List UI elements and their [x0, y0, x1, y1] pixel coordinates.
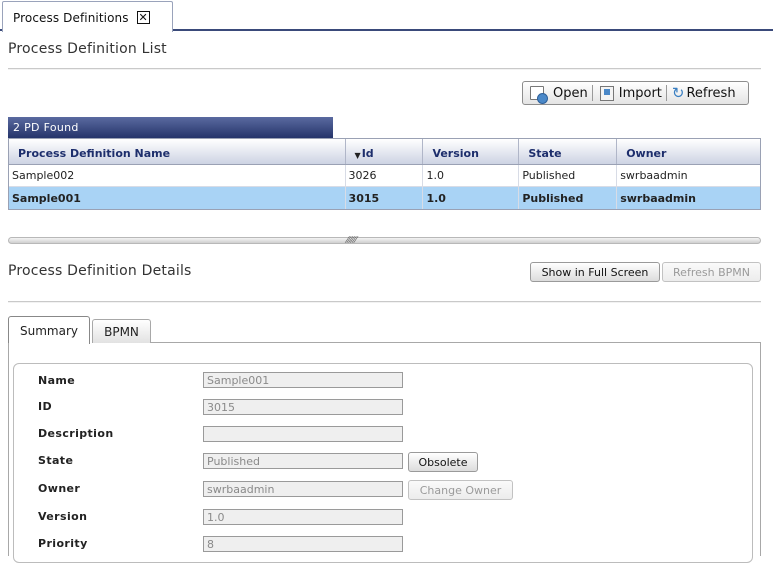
- tab-process-definitions[interactable]: Process Definitions ✕: [2, 1, 173, 32]
- state-field[interactable]: Published: [203, 453, 403, 469]
- name-label: Name: [38, 374, 76, 387]
- column-header-id[interactable]: ▼ Id: [346, 139, 424, 164]
- obsolete-button[interactable]: Obsolete: [408, 452, 478, 472]
- version-field[interactable]: 1.0: [203, 509, 403, 525]
- tab-summary[interactable]: Summary: [8, 316, 90, 344]
- column-header-state[interactable]: State: [519, 139, 618, 164]
- cell-name: Sample002: [9, 165, 346, 186]
- change-owner-button[interactable]: Change Owner: [408, 480, 513, 500]
- name-field[interactable]: Sample001: [203, 372, 403, 388]
- cell-id: 3026: [346, 165, 424, 186]
- cell-id: 3015: [346, 187, 424, 209]
- open-icon: [530, 86, 548, 104]
- state-label: State: [38, 454, 74, 467]
- cell-version: 1.0: [423, 165, 520, 186]
- version-label: Version: [38, 510, 88, 523]
- tab-bar-border: [92, 342, 761, 343]
- cell-version: 1.0: [423, 187, 520, 209]
- import-button[interactable]: Import: [593, 82, 666, 104]
- list-section-title: Process Definition List: [8, 41, 167, 57]
- refresh-icon: ↻: [671, 83, 685, 102]
- cell-state: Published: [519, 165, 618, 186]
- table-row[interactable]: Sample002 3026 1.0 Published swrbaadmin: [9, 165, 760, 187]
- column-header-owner[interactable]: Owner: [617, 139, 760, 164]
- open-button[interactable]: Open: [523, 82, 592, 104]
- open-label: Open: [553, 85, 588, 101]
- list-toolbar: Open Import ↻ Refresh: [522, 81, 749, 105]
- column-header-version[interactable]: Version: [423, 139, 520, 164]
- panel-border: [8, 343, 9, 556]
- cell-state: Published: [519, 187, 618, 209]
- table-header: Process Definition Name ▼ Id Version Stat…: [9, 139, 760, 165]
- details-section-title: Process Definition Details: [8, 263, 192, 279]
- show-full-screen-button[interactable]: Show in Full Screen: [530, 262, 660, 282]
- priority-label: Priority: [38, 537, 88, 550]
- process-definition-table: Process Definition Name ▼ Id Version Stat…: [8, 138, 761, 210]
- refresh-button[interactable]: ↻ Refresh: [667, 82, 740, 104]
- grip-icon: //////: [344, 235, 358, 244]
- refresh-label: Refresh: [686, 85, 736, 101]
- tab-label: Process Definitions: [13, 11, 129, 25]
- owner-field[interactable]: swrbaadmin: [203, 481, 403, 497]
- import-icon: [599, 85, 614, 101]
- divider: [8, 301, 761, 303]
- found-count-bar: 2 PD Found: [8, 117, 333, 138]
- tab-bpmn[interactable]: BPMN: [92, 319, 151, 343]
- column-header-name[interactable]: Process Definition Name: [9, 139, 346, 164]
- cell-owner: swrbaadmin: [620, 169, 688, 182]
- description-field[interactable]: [203, 426, 403, 442]
- owner-label: Owner: [38, 482, 81, 495]
- pane-splitter[interactable]: //////: [8, 235, 761, 244]
- close-icon[interactable]: ✕: [136, 11, 150, 24]
- cell-owner: swrbaadmin: [620, 191, 696, 205]
- id-field[interactable]: 3015: [203, 399, 403, 415]
- cell-name: Sample001: [9, 187, 346, 209]
- description-label: Description: [38, 427, 114, 440]
- priority-field[interactable]: 8: [203, 536, 403, 552]
- import-label: Import: [618, 85, 662, 101]
- id-label: ID: [38, 400, 53, 413]
- table-row-selected[interactable]: Sample001 3015 1.0 Published swrbaadmin: [9, 187, 760, 209]
- sort-descending-icon: ▼: [354, 151, 361, 160]
- divider: [8, 68, 761, 70]
- panel-border: [760, 343, 761, 556]
- refresh-bpmn-button[interactable]: Refresh BPMN: [662, 262, 761, 282]
